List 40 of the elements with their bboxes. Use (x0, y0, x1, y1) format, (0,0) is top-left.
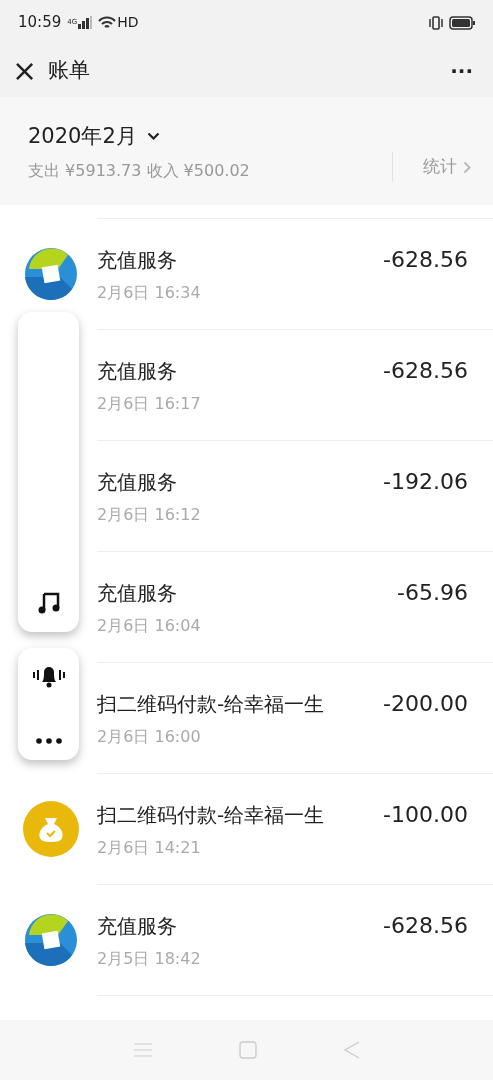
bell-icon[interactable] (31, 664, 66, 688)
signal-icon (78, 16, 93, 29)
bill-title: 扫二维码付款-给幸福一生 (97, 691, 326, 717)
bill-amount: -192.06 (383, 469, 468, 495)
bill-title: 充值服务 (97, 580, 178, 606)
wifi-icon (98, 15, 117, 30)
bill-amount: -200.00 (383, 691, 468, 717)
more-button[interactable]: ··· (450, 61, 473, 81)
bill-title: 扫二维码付款-给幸福一生 (97, 802, 326, 828)
bill-time: 2月6日 14:21 (97, 837, 202, 859)
battery-icon (449, 15, 475, 30)
music-note-icon[interactable] (36, 590, 61, 614)
status-time: 10:59 (18, 12, 62, 34)
bill-time: 2月5日 18:42 (97, 948, 202, 970)
bill-amount: -100.00 (383, 802, 468, 828)
month-selector[interactable]: 2020年2月 (28, 121, 160, 153)
bill-amount: -65.96 (397, 580, 468, 606)
page-title: 账单 (48, 57, 90, 85)
bill-title: 充值服务 (97, 469, 178, 495)
bill-time: 2月6日 16:12 (97, 504, 202, 526)
bill-title: 充值服务 (97, 913, 178, 939)
money-bag-icon (23, 801, 79, 857)
hd-label: HD (117, 13, 139, 32)
bill-time: 2月6日 16:04 (97, 615, 202, 637)
summary-totals: 支出 ¥5913.73 收入 ¥500.02 (28, 159, 250, 182)
vibrate-icon (427, 15, 445, 30)
bill-title: 充值服务 (97, 247, 178, 273)
bill-title: 充值服务 (97, 358, 178, 384)
bill-amount: -628.56 (383, 358, 468, 384)
chevron-down-icon (146, 132, 160, 142)
bill-time: 2月6日 16:00 (97, 726, 202, 748)
service-logo-icon (24, 247, 78, 301)
bill-time: 2月6日 16:34 (97, 282, 202, 304)
bill-time: 2月6日 16:17 (97, 393, 202, 415)
close-button[interactable]: × (12, 56, 34, 86)
bill-amount: -628.56 (383, 913, 468, 939)
more-icon[interactable] (35, 738, 62, 744)
service-logo-icon (24, 913, 78, 967)
chevron-right-icon (463, 160, 471, 174)
bill-amount: -628.56 (383, 247, 468, 273)
